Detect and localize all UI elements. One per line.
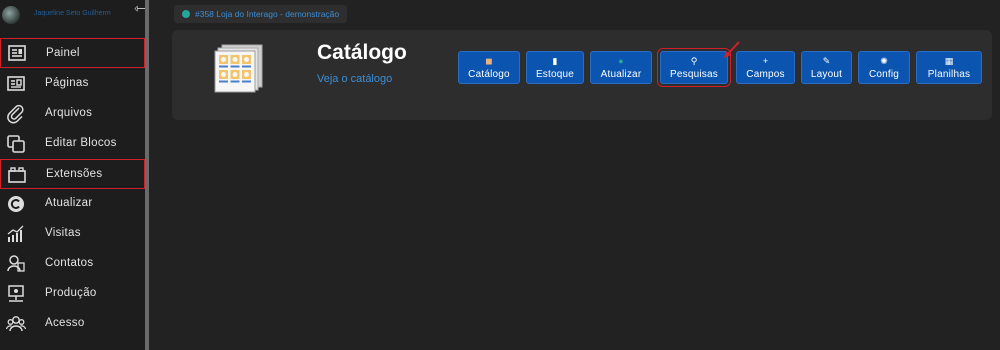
dashboard-icon [7,44,27,64]
sidebar-item-label: Produção [45,287,97,299]
page-title: Catálogo [317,41,407,64]
catalogo-button[interactable]: ◼ Catálogo [458,51,520,84]
sidebar-item-contatos[interactable]: Contatos [0,249,145,279]
sidebar-item-arquivos[interactable]: Arquivos [0,99,145,129]
sidebar-item-label: Atualizar [45,197,93,209]
catalog-image-icon [214,43,266,93]
campos-button[interactable]: + Campos [736,51,795,84]
button-label: Pesquisas [670,68,718,80]
button-label: Layout [810,68,843,80]
sidebar-item-painel[interactable]: Painel [0,38,145,68]
annotation-arrow-icon [724,41,740,58]
button-label: Planilhas [927,68,971,80]
sidebar-item-label: Painel [46,47,80,59]
config-button[interactable]: ✺ Config [858,51,910,84]
sidebar-item-acesso[interactable]: Acesso [0,309,145,339]
button-label: Config [868,68,900,80]
sidebar-item-label: Acesso [45,317,85,329]
pen-icon: ✎ [822,55,831,66]
refresh-dot-icon: ● [618,55,624,66]
button-label: Atualizar [600,68,642,80]
users-icon [6,314,26,334]
contacts-icon [6,254,26,274]
sidebar: Jaqueline Seto Guilherm ⇽ Painel Páginas… [0,0,148,350]
sidebar-item-label: Contatos [45,257,94,269]
search-icon: ⚲ [690,55,698,66]
planilhas-button[interactable]: ▦ Planilhas [916,51,982,84]
refresh-icon [6,194,26,214]
pesquisas-button[interactable]: ⚲ Pesquisas [657,48,731,87]
plus-icon: + [762,55,769,66]
view-catalog-link[interactable]: Veja o catálogo [317,73,392,85]
button-label: Catálogo [468,68,510,80]
production-icon [6,284,26,304]
box-icon: ◼ [485,55,493,66]
sidebar-item-label: Visitas [45,227,81,239]
sidebar-item-atualizar[interactable]: Atualizar [0,189,145,219]
pages-icon [6,74,26,94]
blocks-icon [6,134,26,154]
sidebar-item-extensoes[interactable]: Extensões [0,159,145,189]
sidebar-item-paginas[interactable]: Páginas [0,69,145,99]
sidebar-item-editar-blocos[interactable]: Editar Blocos [0,129,145,159]
user-block[interactable]: Jaqueline Seto Guilherm [0,0,130,36]
sidebar-item-visitas[interactable]: Visitas [0,219,145,249]
sidebar-item-label: Arquivos [45,107,93,119]
paperclip-icon [6,104,26,124]
user-name: Jaqueline Seto Guilherm [34,10,111,17]
sidebar-item-label: Editar Blocos [45,137,117,149]
breadcrumb-text: #358 Loja do Interago - demonstração [195,9,340,19]
avatar [2,6,20,24]
button-label: Campos [746,68,785,80]
status-dot-icon [182,10,190,18]
stats-icon [6,224,26,244]
sidebar-item-label: Extensões [46,168,103,180]
atualizar-button[interactable]: ● Atualizar [590,51,652,84]
gear-icon: ✺ [880,55,888,66]
layout-button[interactable]: ✎ Layout [801,51,852,84]
sidebar-item-producao[interactable]: Produção [0,279,145,309]
estoque-button[interactable]: ▮ Estoque [526,51,584,84]
button-label: Estoque [535,68,575,80]
sidebar-scrollbar[interactable] [145,0,149,350]
spreadsheet-icon: ▦ [944,55,954,66]
extensions-icon [7,165,27,185]
sidebar-item-label: Páginas [45,77,89,89]
breadcrumb[interactable]: #358 Loja do Interago - demonstração [174,5,348,23]
stock-icon: ▮ [552,55,558,66]
